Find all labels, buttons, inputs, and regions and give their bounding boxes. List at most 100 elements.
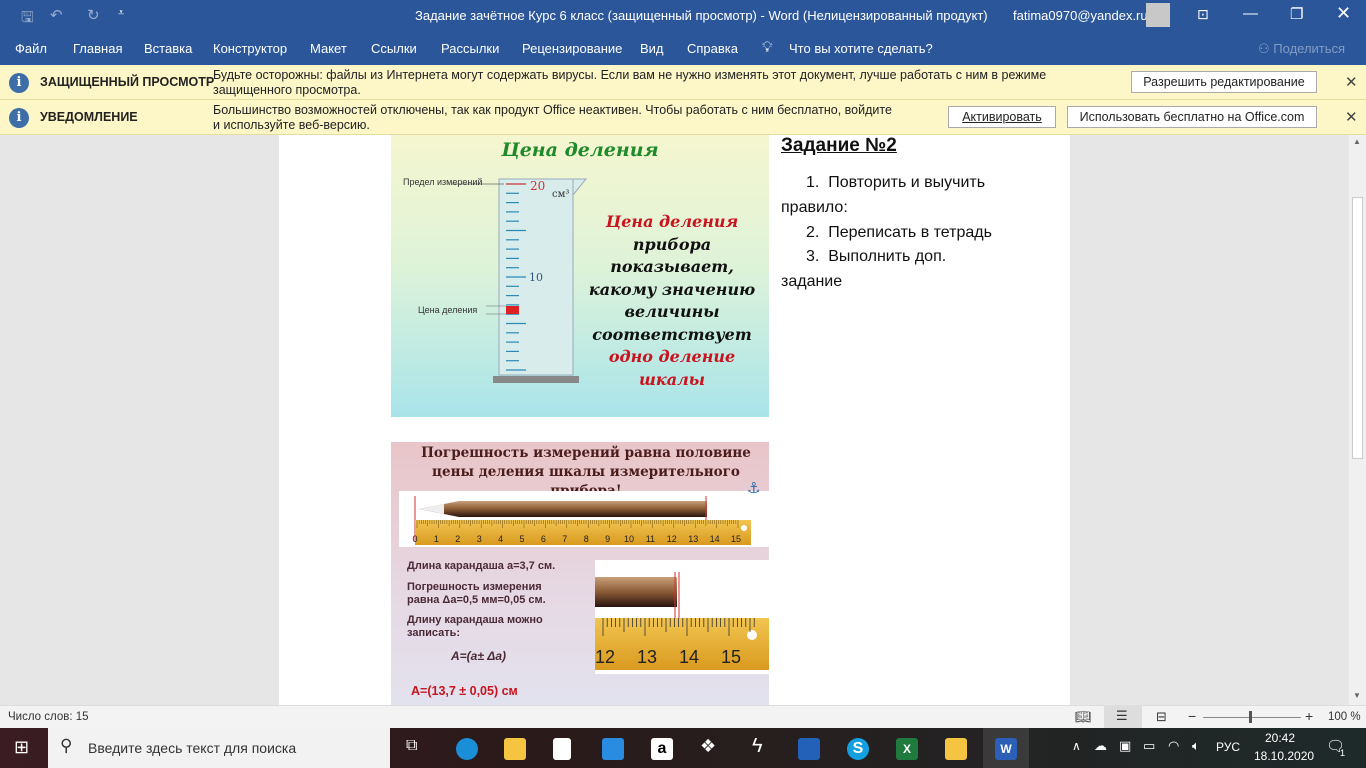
activate-button[interactable]: Активировать — [948, 106, 1056, 128]
ruler-number: 3 — [477, 534, 482, 544]
zoom-slider-thumb[interactable] — [1249, 711, 1252, 723]
skype-icon[interactable]: S — [847, 738, 869, 760]
windows-start-icon[interactable]: ⊞ — [14, 737, 29, 758]
onedrive-icon[interactable]: ☁ — [1094, 738, 1107, 754]
list-number: 3. — [806, 248, 820, 265]
use-free-button[interactable]: Использовать бесплатно на Office.com — [1067, 106, 1317, 128]
search-icon: ⚲ — [60, 736, 73, 755]
close-icon[interactable]: ✕ — [1336, 3, 1351, 24]
read-mode-icon[interactable]: 📖︎ — [1075, 709, 1092, 725]
amazon-icon[interactable]: a — [651, 738, 673, 760]
ribbon-display-icon[interactable]: ⊡ — [1197, 6, 1209, 23]
language-indicator[interactable]: РУС — [1216, 740, 1240, 754]
word-count[interactable]: Число слов: 15 — [8, 711, 89, 723]
tab-home[interactable]: Главная — [73, 41, 122, 56]
mail-icon[interactable] — [602, 738, 624, 760]
task-view-icon[interactable]: ⧉ — [406, 737, 417, 755]
office-icon[interactable]: ▣ — [1119, 738, 1131, 754]
notification-count: 1 — [1340, 748, 1346, 758]
ruler-number: 7 — [562, 534, 567, 544]
list-text: Выполнить доп. — [828, 248, 947, 265]
dropbox-icon[interactable]: ❖ — [700, 736, 716, 757]
tab-layout[interactable]: Макет — [310, 41, 347, 56]
store-icon[interactable] — [553, 738, 571, 760]
zoom-ruler-number: 12 — [595, 647, 615, 667]
tab-insert[interactable]: Вставка — [144, 41, 192, 56]
word-taskbar-button[interactable]: W — [983, 728, 1029, 768]
scroll-down-icon[interactable]: ▼ — [1353, 691, 1361, 700]
tab-help[interactable]: Справка — [687, 41, 738, 56]
tell-me-input[interactable]: Что вы хотите сделать? — [789, 41, 933, 56]
user-email[interactable]: fatima0970@yandex.ru — [1013, 8, 1148, 23]
minimize-icon[interactable]: — — [1243, 5, 1258, 22]
division-definition: Цена деления прибора показывает, какому … — [575, 211, 769, 391]
zoom-slider[interactable] — [1203, 717, 1301, 718]
folder-icon[interactable] — [945, 738, 967, 760]
list-number: 1. — [806, 174, 820, 191]
avatar[interactable] — [1146, 3, 1170, 27]
print-layout-button[interactable]: ☰ — [1104, 706, 1142, 728]
list-text: Переписать в тетрадь — [828, 224, 992, 241]
save-icon[interactable]: 🖫 — [21, 7, 34, 32]
word-icon: W — [995, 738, 1017, 760]
wifi-icon[interactable]: ◠ — [1168, 738, 1179, 754]
print-layout-icon: ☰ — [1116, 708, 1128, 723]
edge-icon[interactable] — [456, 738, 478, 760]
ruler-number: 9 — [605, 534, 610, 544]
close-bar-icon[interactable]: ✕ — [1345, 73, 1358, 91]
redo-icon[interactable]: ↻ — [87, 6, 100, 24]
notice-message: Большинство возможностей отключены, так … — [213, 103, 892, 132]
search-placeholder: Введите здесь текст для поиска — [88, 740, 297, 756]
search-box[interactable]: ⚲ Введите здесь текст для поиска — [48, 728, 390, 768]
show-hidden-icons[interactable]: ∧ — [1072, 739, 1081, 753]
scroll-up-icon[interactable]: ▲ — [1353, 137, 1361, 146]
share-button[interactable]: ⚇ Поделиться — [1258, 41, 1345, 57]
undo-icon[interactable]: ↶ — [50, 6, 63, 24]
share-label: Поделиться — [1273, 41, 1346, 56]
scrollbar-thumb[interactable] — [1352, 197, 1363, 459]
zoom-in-icon[interactable]: + — [1305, 708, 1313, 724]
restore-icon[interactable]: ❐ — [1290, 5, 1303, 23]
explanation-text: Длина карандаша a=3,7 см. Погрешность из… — [407, 560, 597, 698]
customize-toolbar-icon[interactable]: ⩡ — [118, 7, 124, 20]
list-text: Повторить и выучить — [828, 174, 986, 191]
record-text: Длину карандаша можно записать: — [407, 614, 543, 639]
clock-date[interactable]: 18.10.2020 — [1254, 749, 1314, 763]
ruler-number: 15 — [731, 534, 741, 544]
ruler-number: 0 — [412, 534, 417, 544]
battery-icon[interactable]: ▭ — [1143, 738, 1155, 754]
enable-editing-button[interactable]: Разрешить редактирование — [1131, 71, 1317, 93]
app-icon[interactable]: ϟ — [752, 735, 763, 758]
tab-view[interactable]: Вид — [640, 41, 664, 56]
file-explorer-icon[interactable] — [504, 738, 526, 760]
title-bar: 🖫 ↶ ↻ ⩡ Задание зачётное Курс 6 класс (з… — [0, 0, 1366, 32]
anchor-icon: ⚓︎ — [747, 480, 761, 497]
tab-design[interactable]: Конструктор — [213, 41, 287, 56]
unit-label: см³ — [552, 189, 570, 200]
excel-icon[interactable]: X — [896, 738, 918, 760]
tab-mailings[interactable]: Рассылки — [441, 41, 499, 56]
task-heading: Задание №2 — [781, 135, 897, 156]
document-page[interactable]: Цена деления Предел измерений 20 см³ 10 … — [279, 135, 1070, 705]
tab-file[interactable]: Файл — [15, 41, 47, 56]
definition-red-1: Цена деления — [605, 212, 739, 231]
zoom-level[interactable]: 100 % — [1328, 711, 1361, 723]
zoom-ruler-number: 13 — [637, 647, 657, 667]
ruler-number: 11 — [646, 534, 655, 544]
ruler-panel: 0 1 2 3 4 5 6 7 8 9 10 11 12 13 14 15 — [399, 491, 769, 547]
list-item: 2. Переписать в тетрадь — [806, 224, 992, 242]
volume-icon[interactable]: 🔈︎ — [1192, 738, 1200, 754]
ruler-number: 14 — [710, 534, 720, 544]
list-item: 1. Повторить и выучить — [806, 174, 985, 192]
ruler-number: 6 — [541, 534, 546, 544]
vertical-scrollbar[interactable]: ▲ ▼ — [1349, 135, 1366, 705]
close-notice-icon[interactable]: ✕ — [1345, 108, 1358, 126]
shield-info-icon: i — [9, 73, 29, 93]
tab-references[interactable]: Ссылки — [371, 41, 417, 56]
clock-time[interactable]: 20:42 — [1265, 731, 1295, 745]
tab-review[interactable]: Рецензирование — [522, 41, 622, 56]
photos-icon[interactable] — [798, 738, 820, 760]
zoom-out-icon[interactable]: − — [1188, 708, 1196, 724]
web-layout-icon[interactable]: ⊟ — [1156, 709, 1167, 725]
taskbar: ⊞ ⚲ Введите здесь текст для поиска ⧉ a ❖… — [0, 728, 1366, 768]
